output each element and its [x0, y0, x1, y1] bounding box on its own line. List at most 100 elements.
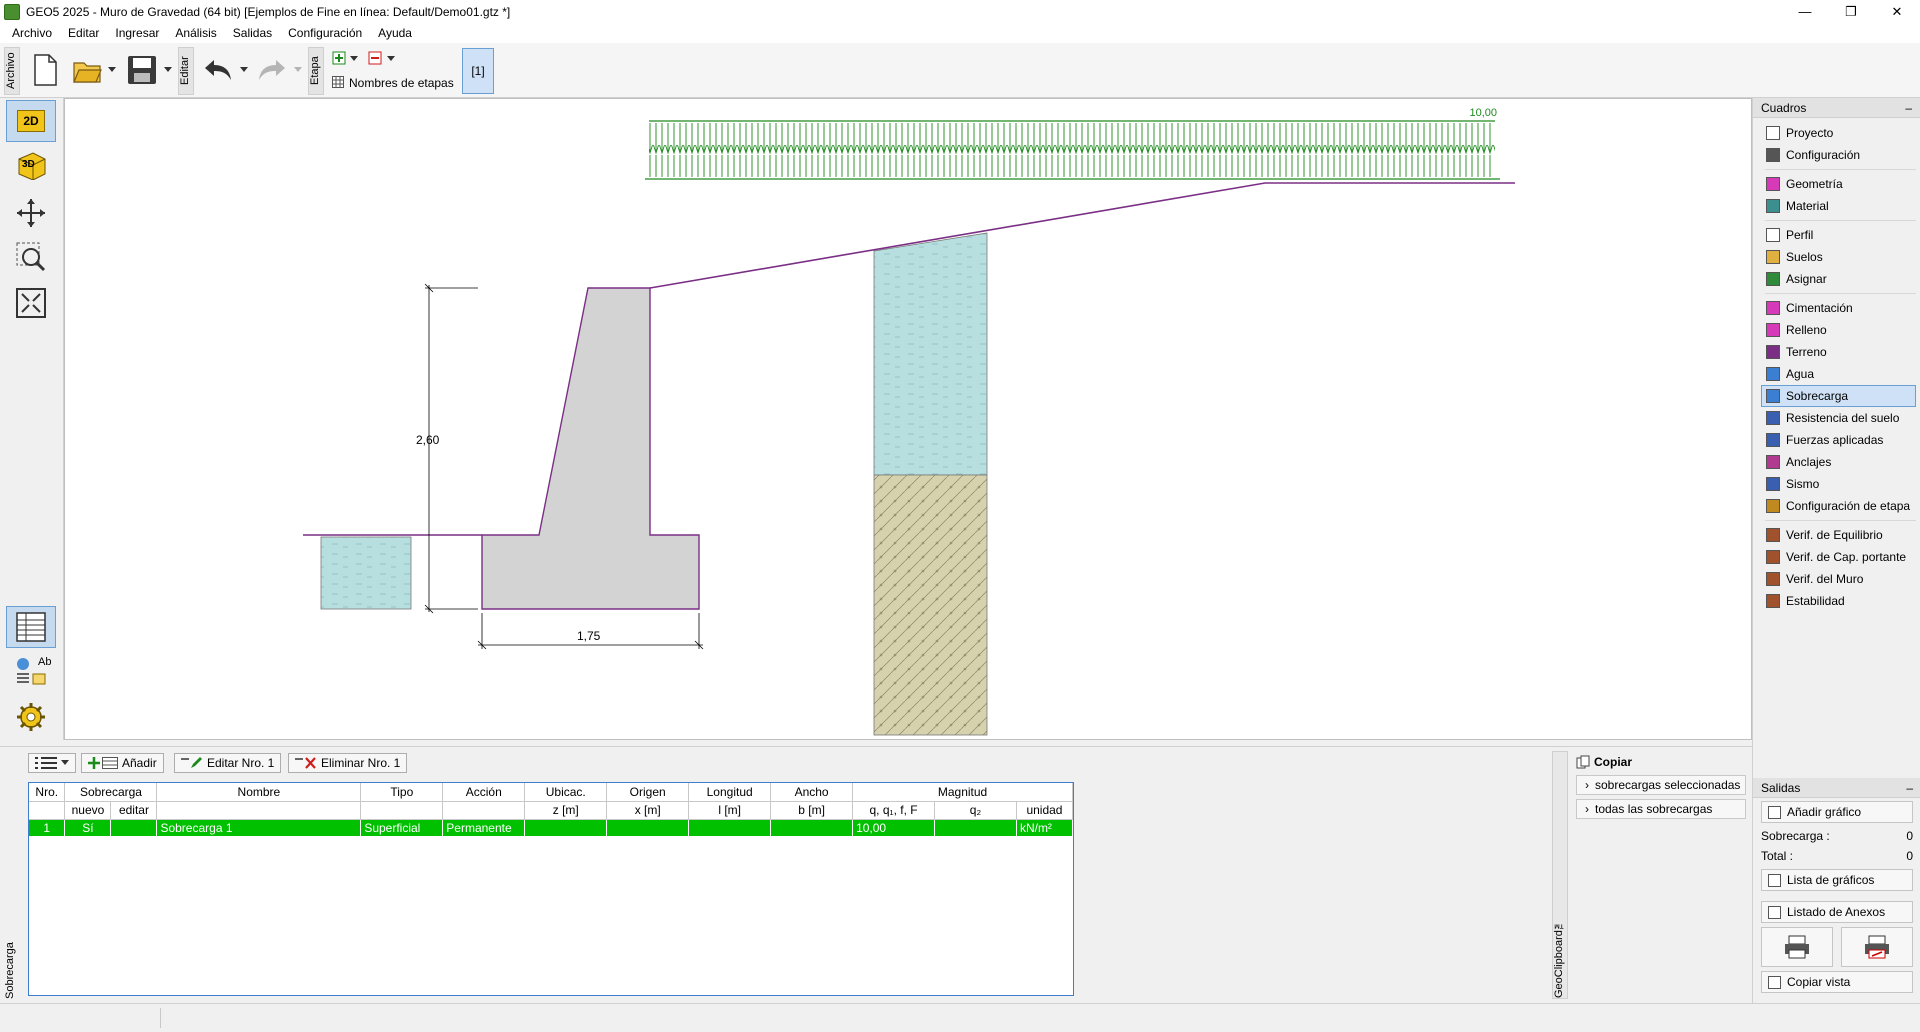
table-cell[interactable]: Superficial: [360, 819, 444, 836]
table-cell[interactable]: [606, 819, 690, 836]
table-cell[interactable]: [688, 819, 772, 836]
add-graphic-button[interactable]: Añadir gráfico: [1761, 801, 1913, 823]
annex-list-button[interactable]: Listado de Anexos: [1761, 901, 1913, 923]
zoom-button[interactable]: [6, 236, 56, 278]
table-cell[interactable]: [524, 819, 608, 836]
close-button[interactable]: ✕: [1874, 0, 1920, 23]
menu-analisis[interactable]: Análisis: [167, 26, 224, 40]
view-3d-button[interactable]: 3D: [6, 144, 56, 186]
frame-item-soils[interactable]: Suelos: [1761, 246, 1916, 268]
print-button[interactable]: [1761, 927, 1833, 967]
chevron-down-icon[interactable]: [387, 56, 395, 62]
add-stage-icon[interactable]: [332, 51, 346, 65]
table-cell[interactable]: Sí: [64, 819, 112, 836]
table-cell[interactable]: Permanente: [442, 819, 526, 836]
etapa-group-label: Etapa: [308, 47, 324, 95]
collapse-outputs-button[interactable]: –: [1906, 781, 1913, 795]
zoom-fit-button[interactable]: [6, 282, 56, 324]
table-cell[interactable]: 10,00: [852, 819, 936, 836]
menu-ingresar[interactable]: Ingresar: [107, 26, 167, 40]
settings-button[interactable]: [6, 696, 56, 738]
table-cell[interactable]: [110, 819, 158, 836]
graphics-list-button[interactable]: Lista de gráficos: [1761, 869, 1913, 891]
frame-item-water[interactable]: Agua: [1761, 363, 1916, 385]
frame-item-material[interactable]: Material: [1761, 195, 1916, 217]
view-2d-button[interactable]: 2D: [6, 100, 56, 142]
frame-item-equilibrium[interactable]: Verif. de Equilibrio: [1761, 524, 1916, 546]
menu-ayuda[interactable]: Ayuda: [370, 26, 420, 40]
copy-selected-button[interactable]: › sobrecargas seleccionadas: [1576, 775, 1746, 795]
frame-item-terrain[interactable]: Terreno: [1761, 341, 1916, 363]
table-row[interactable]: 1 Sí Sobrecarga 1 Superficial Permanente 10,0…: [29, 819, 1074, 836]
stage-1-button[interactable]: [1]: [462, 48, 494, 94]
copy-all-button[interactable]: › todas las sobrecargas: [1576, 799, 1746, 819]
table-cell[interactable]: [770, 819, 854, 836]
frame-item-stability[interactable]: Estabilidad: [1761, 590, 1916, 612]
save-icon[interactable]: [126, 54, 158, 86]
gravity-wall[interactable]: [481, 287, 700, 610]
frame-item-label: Terreno: [1786, 345, 1827, 359]
frame-item-earthquake[interactable]: Sismo: [1761, 473, 1916, 495]
copy-view-button[interactable]: Copiar vista: [1761, 971, 1913, 993]
frames-panel: Cuadros – Proyecto Configuración Geometría…: [1752, 98, 1920, 1003]
archivo-group-label: Archivo: [4, 47, 20, 95]
menu-configuracion[interactable]: Configuración: [280, 26, 370, 40]
menu-archivo[interactable]: Archivo: [4, 26, 60, 40]
frame-item-surcharge[interactable]: Sobrecarga: [1761, 385, 1916, 407]
anchor-icon: [1766, 455, 1780, 469]
frame-item-foundation[interactable]: Cimentación: [1761, 297, 1916, 319]
frame-item-assign[interactable]: Asignar: [1761, 268, 1916, 290]
frame-item-label: Verif. de Equilibrio: [1786, 528, 1883, 542]
minimize-button[interactable]: —: [1782, 0, 1828, 23]
stage-names-button[interactable]: Nombres de etapas: [349, 76, 454, 90]
surcharge-load[interactable]: [645, 120, 1500, 180]
graphics-list-label: Lista de gráficos: [1787, 873, 1875, 887]
frame-item-backfill[interactable]: Relleno: [1761, 319, 1916, 341]
pan-button[interactable]: [6, 192, 56, 234]
chevron-down-icon[interactable]: [350, 56, 358, 62]
frame-item-wall-check[interactable]: Verif. del Muro: [1761, 568, 1916, 590]
table-view-button[interactable]: [6, 606, 56, 648]
collapse-frames-button[interactable]: –: [1905, 101, 1912, 115]
frame-item-stage-settings[interactable]: Configuración de etapa: [1761, 495, 1916, 517]
legend-button[interactable]: Ab: [6, 650, 56, 692]
frame-item-geometry[interactable]: Geometría: [1761, 173, 1916, 195]
edit-button[interactable]: Editar Nro. 1: [174, 753, 282, 773]
frame-item-gear[interactable]: Configuración: [1761, 144, 1916, 166]
frame-item-label: Estabilidad: [1786, 594, 1845, 608]
undo-icon[interactable]: [202, 57, 234, 83]
table-cell[interactable]: [934, 819, 1017, 836]
view-2d-icon: 2D: [17, 110, 45, 132]
table-cell[interactable]: 1: [29, 819, 66, 836]
chevron-down-icon[interactable]: [164, 67, 172, 73]
list-options-button[interactable]: [28, 753, 76, 773]
frame-item-profile[interactable]: Perfil: [1761, 224, 1916, 246]
frame-item-resistance[interactable]: Resistencia del suelo: [1761, 407, 1916, 429]
add-button[interactable]: Añadir: [81, 753, 164, 773]
col-header: Ubicac.: [524, 783, 608, 802]
col-header: Tipo: [360, 783, 444, 802]
geoclipboard-side-label: GeoClipboard™: [1552, 751, 1568, 999]
total-count-row: Total : 0: [1753, 846, 1920, 866]
print-pdf-button[interactable]: [1841, 927, 1913, 967]
new-file-icon[interactable]: [32, 54, 58, 86]
frame-item-bearing[interactable]: Verif. de Cap. portante: [1761, 546, 1916, 568]
restore-button[interactable]: ❐: [1828, 0, 1874, 23]
frame-item-anchor[interactable]: Anclajes: [1761, 451, 1916, 473]
water-region: [873, 232, 988, 476]
frame-item-forces[interactable]: Fuerzas aplicadas: [1761, 429, 1916, 451]
table-cell[interactable]: Sobrecarga 1: [156, 819, 362, 836]
open-folder-icon[interactable]: [72, 55, 102, 85]
remove-stage-icon[interactable]: [368, 51, 382, 65]
title-bar: GEO5 2025 - Muro de Gravedad (64 bit) [E…: [0, 0, 1920, 23]
frame-item-document[interactable]: Proyecto: [1761, 122, 1916, 144]
drawing-canvas[interactable]: 10,00 2,60 1,75: [64, 98, 1752, 740]
chevron-down-icon[interactable]: [240, 67, 248, 73]
menu-salidas[interactable]: Salidas: [225, 26, 280, 40]
print-buttons: [1761, 927, 1913, 967]
chevron-down-icon: [61, 760, 69, 765]
menu-editar[interactable]: Editar: [60, 26, 107, 40]
chevron-down-icon[interactable]: [108, 67, 116, 73]
delete-button[interactable]: Eliminar Nro. 1: [288, 753, 408, 773]
table-cell[interactable]: kN/m²: [1016, 819, 1074, 836]
